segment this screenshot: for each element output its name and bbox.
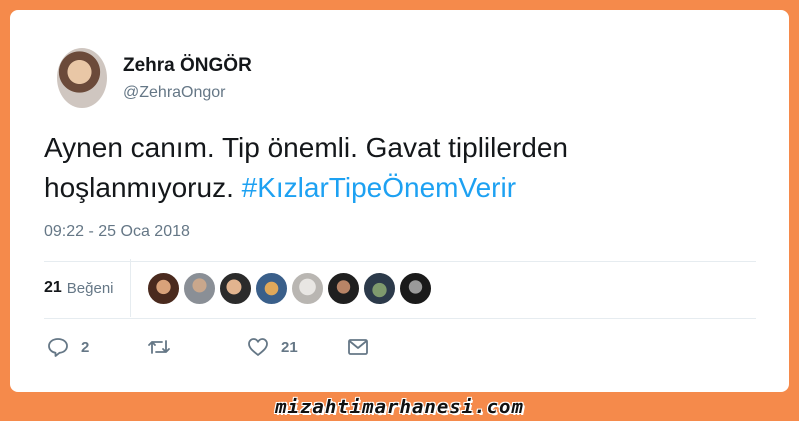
liker-avatar[interactable]	[182, 271, 216, 305]
liker-avatar[interactable]	[362, 271, 396, 305]
liker-avatar[interactable]	[290, 271, 324, 305]
watermark: mizahtimarhanesi.com	[275, 396, 524, 418]
reply-count: 2	[81, 338, 90, 356]
liker-avatar[interactable]	[218, 271, 252, 305]
divider	[44, 318, 756, 319]
envelope-icon	[347, 338, 369, 356]
liker-avatar[interactable]	[326, 271, 360, 305]
liker-avatar[interactable]	[254, 271, 288, 305]
user-handle[interactable]: @ZehraOngor	[123, 84, 252, 102]
avatar[interactable]	[57, 48, 107, 108]
divider	[44, 261, 756, 262]
display-name[interactable]: Zehra ÖNGÖR	[123, 54, 252, 78]
hashtag-link[interactable]: #KızlarTipeÖnemVerir	[242, 172, 516, 203]
user-names: Zehra ÖNGÖR @ZehraOngor	[123, 54, 252, 102]
reply-button[interactable]: 2	[47, 337, 147, 357]
heart-icon	[247, 337, 269, 357]
likes-row: 21 Beğeni	[44, 259, 435, 317]
liker-avatar[interactable]	[146, 271, 180, 305]
likes-label[interactable]: Beğeni	[67, 280, 114, 297]
tweet-card: Zehra ÖNGÖR @ZehraOngor Aynen canım. Tip…	[10, 10, 789, 392]
like-button[interactable]: 21	[247, 337, 347, 357]
like-count: 21	[281, 338, 298, 356]
retweet-icon	[147, 338, 171, 356]
liker-avatar[interactable]	[398, 271, 432, 305]
tweet-timestamp[interactable]: 09:22 - 25 Oca 2018	[44, 223, 190, 241]
likes-count[interactable]: 21	[44, 279, 62, 297]
tweet-header: Zehra ÖNGÖR @ZehraOngor	[57, 48, 252, 108]
vertical-divider	[129, 259, 131, 317]
tweet-actions: 2 21	[47, 337, 369, 357]
tweet-text: Aynen canım. Tip önemli. Gavat tiplilerd…	[44, 128, 744, 208]
retweet-button[interactable]	[147, 338, 247, 356]
direct-message-button[interactable]	[347, 338, 369, 356]
reply-icon	[47, 337, 69, 357]
